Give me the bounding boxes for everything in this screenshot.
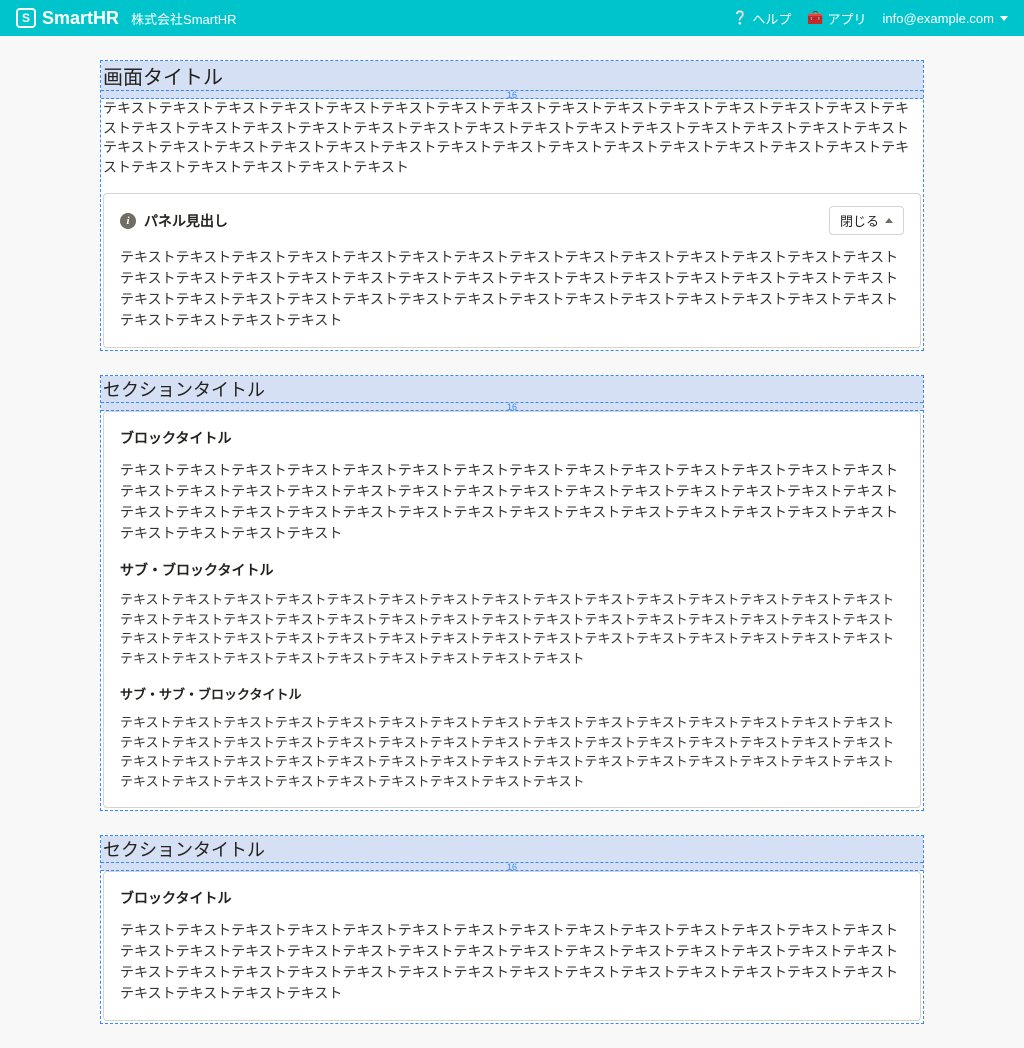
help-link[interactable]: ❔ ヘルプ bbox=[732, 9, 791, 28]
spacer-indicator: 16 bbox=[101, 91, 923, 99]
block: ブロックタイトル テキストテキストテキストテキストテキストテキストテキストテキス… bbox=[103, 871, 921, 1021]
panel: i パネル見出し 閉じる テキストテキストテキストテキストテキストテキストテキス… bbox=[103, 193, 921, 348]
section-title: セクションタイトル bbox=[101, 376, 923, 403]
help-icon: ❔ bbox=[732, 10, 748, 26]
panel-title-group: i パネル見出し bbox=[120, 211, 228, 231]
panel-title: パネル見出し bbox=[144, 211, 228, 231]
logo[interactable]: S SmartHR bbox=[16, 8, 119, 29]
block-title: ブロックタイトル bbox=[120, 428, 904, 448]
user-menu[interactable]: info@example.com bbox=[883, 11, 1008, 26]
block-text: テキストテキストテキストテキストテキストテキストテキストテキストテキストテキスト… bbox=[120, 920, 904, 1004]
logo-icon: S bbox=[16, 8, 36, 28]
company-name: 株式会社SmartHR bbox=[131, 9, 236, 28]
app-header: S SmartHR 株式会社SmartHR ❔ ヘルプ 🧰 アプリ info@e… bbox=[0, 0, 1024, 36]
sub-block-text: テキストテキストテキストテキストテキストテキストテキストテキストテキストテキスト… bbox=[120, 590, 904, 668]
section-title: セクションタイトル bbox=[101, 836, 923, 863]
logo-text: SmartHR bbox=[42, 8, 119, 29]
sub-sub-block-title: サブ・サブ・ブロックタイトル bbox=[120, 684, 904, 703]
panel-header: i パネル見出し 閉じる bbox=[104, 194, 920, 247]
spacer-indicator: 16 bbox=[101, 863, 923, 871]
page-title: 画面タイトル bbox=[101, 61, 923, 91]
chevron-down-icon bbox=[1000, 16, 1008, 21]
app-icon: 🧰 bbox=[807, 10, 823, 26]
block-text: テキストテキストテキストテキストテキストテキストテキストテキストテキストテキスト… bbox=[120, 460, 904, 544]
spacer-indicator: 16 bbox=[101, 403, 923, 411]
help-label: ヘルプ bbox=[752, 9, 791, 28]
page-description: テキストテキストテキストテキストテキストテキストテキストテキストテキストテキスト… bbox=[103, 99, 921, 177]
close-button[interactable]: 閉じる bbox=[829, 206, 904, 235]
section: セクションタイトル 16 ブロックタイトル テキストテキストテキストテキストテキ… bbox=[100, 835, 924, 1024]
sub-sub-block-text: テキストテキストテキストテキストテキストテキストテキストテキストテキストテキスト… bbox=[120, 713, 904, 791]
app-label: アプリ bbox=[828, 9, 867, 28]
header-left: S SmartHR 株式会社SmartHR bbox=[16, 8, 236, 29]
app-link[interactable]: 🧰 アプリ bbox=[807, 9, 866, 28]
header-right: ❔ ヘルプ 🧰 アプリ info@example.com bbox=[732, 9, 1008, 28]
sub-block-title: サブ・ブロックタイトル bbox=[120, 560, 904, 580]
block: ブロックタイトル テキストテキストテキストテキストテキストテキストテキストテキス… bbox=[103, 411, 921, 808]
chevron-up-icon bbox=[885, 218, 893, 223]
panel-body: テキストテキストテキストテキストテキストテキストテキストテキストテキストテキスト… bbox=[104, 247, 920, 347]
main-container: 画面タイトル 16 テキストテキストテキストテキストテキストテキストテキストテキ… bbox=[0, 36, 1024, 1048]
page-section: 画面タイトル 16 テキストテキストテキストテキストテキストテキストテキストテキ… bbox=[100, 60, 924, 351]
user-email: info@example.com bbox=[883, 11, 994, 26]
section: セクションタイトル 16 ブロックタイトル テキストテキストテキストテキストテキ… bbox=[100, 375, 924, 811]
close-label: 閉じる bbox=[840, 211, 879, 230]
block-title: ブロックタイトル bbox=[120, 888, 904, 908]
info-icon: i bbox=[120, 213, 136, 229]
